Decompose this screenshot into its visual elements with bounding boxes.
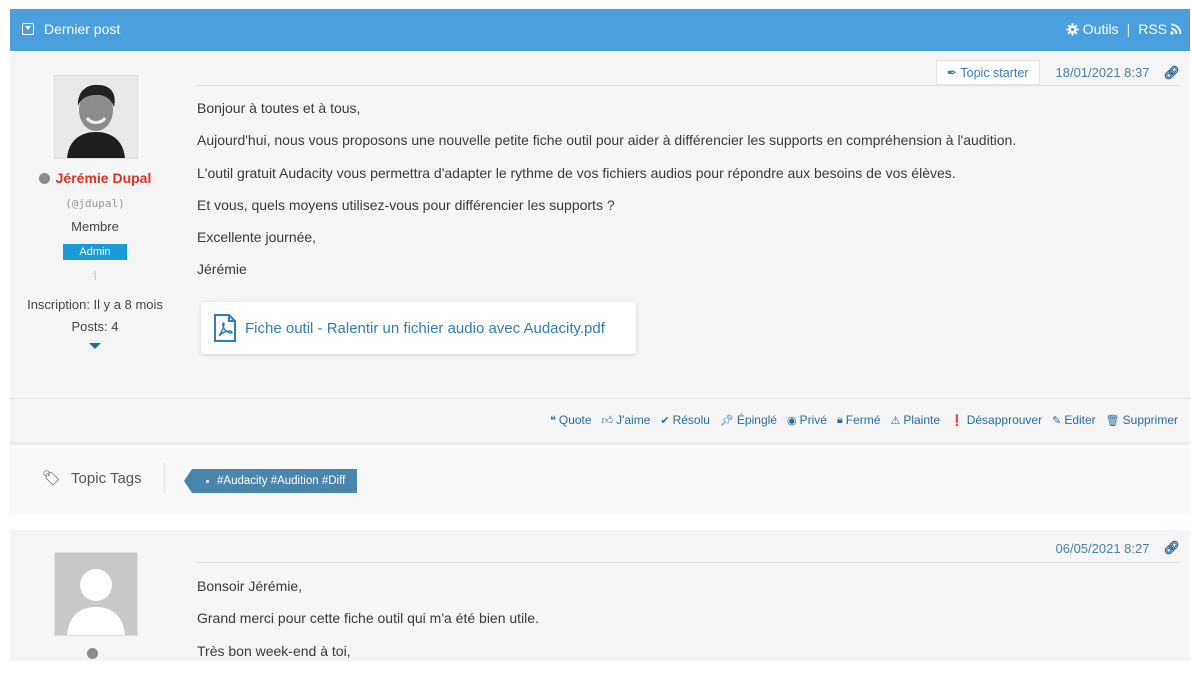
solved-button[interactable]: ✔ Résolu bbox=[660, 413, 710, 427]
post-paragraph: Jérémie bbox=[197, 261, 247, 278]
warning-icon: ⚠ bbox=[890, 414, 901, 427]
avatar-photo bbox=[55, 76, 137, 158]
rss-icon bbox=[1170, 23, 1182, 35]
post-paragraph: Et vous, quels moyens utilisez-vous pour… bbox=[197, 196, 615, 213]
pdf-attachment[interactable]: Fiche outil - Ralentir un fichier audio … bbox=[201, 302, 636, 354]
author-role: Membre bbox=[71, 219, 119, 234]
post-actions-bar: ❝ Quote 👍︎ J'aime ✔ Résolu 📌︎ Épinglé ◉ Privé… bbox=[10, 398, 1190, 443]
offline-status-icon bbox=[38, 173, 50, 184]
chevron-down-icon bbox=[89, 343, 101, 349]
post-body: Bonsoir Jérémie, Grand merci pour cette … bbox=[197, 577, 539, 674]
lock-icon: 🔒︎ bbox=[836, 413, 843, 426]
like-button[interactable]: 👍︎ J'aime bbox=[602, 413, 651, 427]
quote-icon: ❝ bbox=[549, 414, 556, 427]
post-1: Jérémie Dupal (@jdupal) Membre Admin ⸶ I… bbox=[10, 52, 1190, 442]
unapprove-label: Désapprouver bbox=[966, 413, 1043, 427]
post-date[interactable]: 18/01/2021 8:37 bbox=[1056, 65, 1150, 80]
header-separator: | bbox=[1126, 21, 1131, 37]
check-circle-icon: ✔ bbox=[660, 414, 670, 427]
post-meta: 06/05/2021 8:27 🔗︎ bbox=[1056, 540, 1181, 556]
quote-label: Quote bbox=[558, 413, 592, 427]
post-paragraph: Grand merci pour cette fiche outil qui m… bbox=[197, 610, 539, 627]
tag-hole-icon bbox=[206, 479, 209, 483]
default-user-icon bbox=[55, 553, 137, 635]
author-registration: Inscription: Il y a 8 mois bbox=[27, 297, 163, 312]
post-divider bbox=[196, 85, 1180, 86]
topic-tags-heading: 🏷︎ Topic Tags bbox=[42, 469, 142, 488]
admin-badge-row: Admin bbox=[10, 243, 180, 260]
expand-author-toggle[interactable] bbox=[10, 337, 180, 349]
post-paragraph: Aujourd'hui, nous vous proposons une nou… bbox=[197, 132, 1017, 149]
gear-icon bbox=[1066, 22, 1079, 36]
latest-post-link[interactable]: Dernier post bbox=[22, 21, 120, 37]
like-label: J'aime bbox=[616, 413, 651, 427]
topic-tag-label: #Audacity #Audition #Diff bbox=[217, 475, 346, 487]
post-paragraph: L'outil gratuit Audacity vous permettra … bbox=[197, 164, 956, 181]
post-paragraph: Bonsoir Jérémie, bbox=[197, 578, 303, 594]
tools-label: Outils bbox=[1082, 21, 1119, 37]
offline-status-icon bbox=[86, 648, 98, 659]
post-paragraph: Bonjour à toutes et à tous, bbox=[197, 100, 361, 116]
topic-starter-badge: ✒ Topic starter bbox=[935, 60, 1040, 85]
attachment-link[interactable]: Fiche outil - Ralentir un fichier audio … bbox=[245, 320, 605, 337]
latest-post-label: Dernier post bbox=[44, 21, 121, 37]
author-post-count: Posts: 4 bbox=[71, 319, 119, 334]
pin-button[interactable]: 📌︎ Épinglé bbox=[720, 413, 777, 427]
delete-button[interactable]: 🗑︎ Supprimer bbox=[1106, 413, 1178, 427]
rank-icon: ⸶ bbox=[92, 269, 98, 283]
author-avatar[interactable] bbox=[54, 75, 138, 159]
trash-icon: 🗑︎ bbox=[1105, 414, 1120, 427]
post-2: 06/05/2021 8:27 🔗︎ Bonsoir Jérémie, Gran… bbox=[10, 530, 1190, 661]
post-paragraph: Excellente journée, bbox=[197, 229, 317, 246]
topic-tags-section: 🏷︎ Topic Tags #Audacity #Audition #Diff bbox=[10, 445, 1190, 515]
pdf-file-icon bbox=[214, 314, 236, 342]
close-topic-label: Fermé bbox=[845, 413, 881, 427]
admin-badge: Admin bbox=[63, 244, 127, 260]
report-button[interactable]: ⚠ Plainte bbox=[890, 413, 940, 427]
private-button[interactable]: ◉ Privé bbox=[787, 413, 827, 427]
rss-link[interactable]: RSS bbox=[1138, 21, 1182, 37]
topic-tag[interactable]: #Audacity #Audition #Diff bbox=[183, 469, 358, 493]
tag-icon: 🏷︎ bbox=[42, 470, 62, 487]
topic-starter-label: Topic starter bbox=[960, 66, 1029, 80]
report-label: Plainte bbox=[903, 413, 941, 427]
edit-button[interactable]: ✎ Editer bbox=[1052, 413, 1096, 427]
pin-icon: 📌︎ bbox=[719, 414, 734, 427]
caret-box-icon bbox=[22, 23, 34, 35]
post-divider bbox=[196, 562, 1180, 563]
private-label: Privé bbox=[799, 413, 827, 427]
author-handle: (@jdupal) bbox=[65, 197, 125, 210]
thumbs-up-icon: 👍︎ bbox=[601, 414, 614, 427]
topic-tags-label: Topic Tags bbox=[71, 469, 142, 487]
solved-label: Résolu bbox=[672, 413, 710, 427]
permalink-icon[interactable]: 🔗︎ bbox=[1163, 65, 1180, 81]
post-body: Bonjour à toutes et à tous, Aujourd'hui,… bbox=[197, 99, 1016, 293]
close-topic-button[interactable]: 🔒︎ Fermé bbox=[837, 413, 881, 427]
edit-label: Editer bbox=[1064, 413, 1096, 427]
post-paragraph: Très bon week-end à toi, bbox=[197, 642, 351, 659]
quote-button[interactable]: ❝ Quote bbox=[550, 413, 592, 427]
feather-icon: ✒ bbox=[946, 66, 958, 80]
author-name[interactable]: Jérémie Dupal bbox=[56, 170, 152, 186]
author-avatar[interactable] bbox=[54, 552, 138, 636]
permalink-icon[interactable]: 🔗︎ bbox=[1163, 540, 1180, 556]
delete-label: Supprimer bbox=[1122, 413, 1178, 427]
exclamation-circle-icon: ❗ bbox=[950, 414, 964, 427]
edit-icon: ✎ bbox=[1052, 414, 1062, 427]
tools-button[interactable]: Outils bbox=[1066, 21, 1119, 37]
post-meta: ✒ Topic starter 18/01/2021 8:37 🔗︎ bbox=[935, 60, 1180, 85]
post-date[interactable]: 06/05/2021 8:27 bbox=[1056, 541, 1150, 556]
eye-slash-icon: ◉ bbox=[786, 414, 797, 427]
forum-topic-header: Dernier post Outils | RSS bbox=[10, 9, 1190, 51]
unapprove-button[interactable]: ❗ Désapprouver bbox=[950, 413, 1042, 427]
author-name-row: Jérémie Dupal bbox=[10, 170, 180, 186]
rss-label: RSS bbox=[1138, 21, 1167, 37]
pin-label: Épinglé bbox=[736, 413, 777, 427]
tags-separator bbox=[164, 463, 165, 493]
author-name-row bbox=[10, 646, 180, 661]
